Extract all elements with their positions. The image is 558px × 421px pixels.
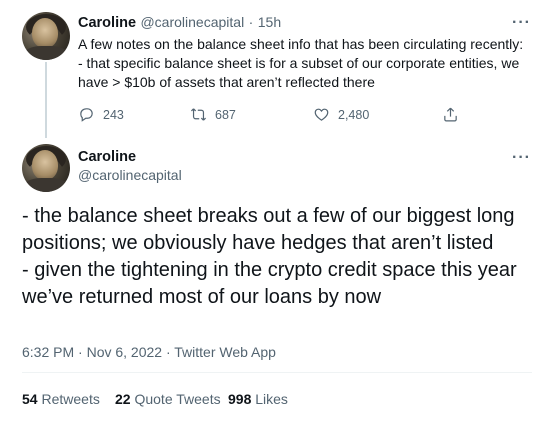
handle[interactable]: @carolinecapital [78, 167, 182, 183]
tweet-text: - the balance sheet breaks out a few of … [22, 205, 517, 308]
display-name[interactable]: Caroline [78, 149, 136, 165]
share-button[interactable] [442, 106, 467, 123]
likes-count: 998 [228, 391, 252, 407]
more-options-button[interactable]: ··· [512, 14, 531, 32]
reply-button[interactable]: 243 [78, 106, 124, 123]
retweet-count: 687 [215, 107, 236, 122]
more-options-button[interactable]: ··· [512, 149, 531, 167]
retweet-button[interactable]: 687 [190, 106, 236, 123]
reply-icon [80, 108, 93, 122]
tweet-timestamp[interactable]: 6:32 PM · Nov 6, 2022 · Twitter Web App [22, 344, 276, 360]
retweets-stat[interactable]: 54 Retweets [22, 391, 100, 407]
tweet-time[interactable]: 15h [258, 14, 281, 30]
share-icon [444, 107, 457, 122]
like-icon [314, 108, 329, 121]
retweets-label: Retweets [41, 391, 100, 407]
separator: · [248, 14, 254, 30]
quote-tweets-count: 22 [115, 391, 131, 407]
avatar[interactable] [22, 144, 70, 192]
quote-tweets-label: Quote Tweets [134, 391, 221, 407]
tweet-parent[interactable]: Caroline @carolinecapital · 15h ··· A fe… [0, 0, 558, 138]
avatar[interactable] [22, 12, 70, 60]
divider [22, 372, 532, 373]
thread-line [45, 62, 47, 138]
likes-stat[interactable]: 998 Likes [228, 391, 288, 407]
likes-label: Likes [255, 391, 288, 407]
tweet-focused: Caroline @carolinecapital ··· - the bala… [0, 138, 558, 421]
retweet-icon [190, 108, 207, 121]
quote-tweets-stat[interactable]: 22 Quote Tweets [115, 391, 221, 407]
reply-count: 243 [103, 107, 124, 122]
display-name[interactable]: Caroline [78, 15, 136, 31]
tweet-text: A few notes on the balance sheet info th… [78, 36, 524, 90]
like-button[interactable]: 2,480 [313, 106, 369, 123]
handle[interactable]: @carolinecapital [140, 14, 244, 30]
retweets-count: 54 [22, 391, 38, 407]
tweet-header: Caroline @carolinecapital · 15h [78, 14, 281, 32]
like-count: 2,480 [338, 107, 370, 122]
